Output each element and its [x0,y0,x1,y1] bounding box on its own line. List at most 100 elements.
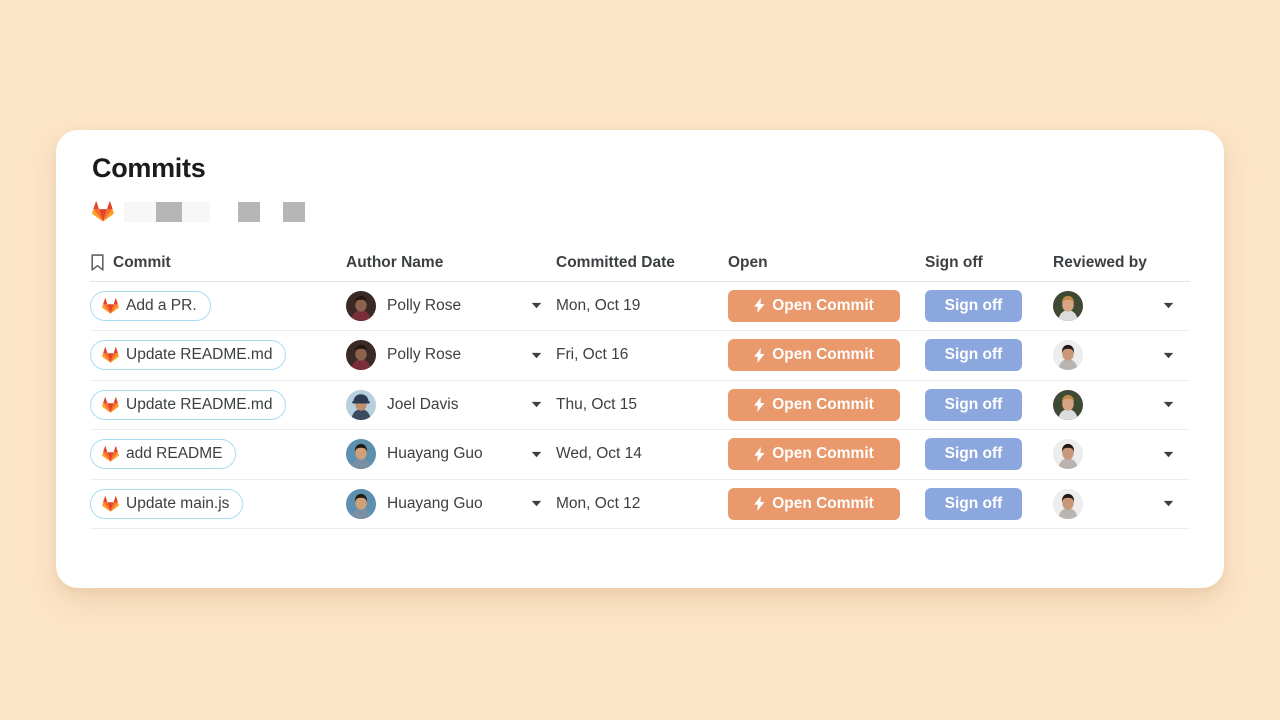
table-row[interactable]: Update main.js Huayang Guo Mon, Oct 12 O… [90,480,1190,530]
lightning-bolt-icon [754,347,765,363]
author-name: Joel Davis [387,395,459,413]
cell-open: Open Commit [728,438,925,471]
redacted-breadcrumb [124,201,305,222]
chevron-down-icon[interactable] [1163,500,1174,507]
lightning-bolt-icon [754,298,765,314]
chevron-down-icon[interactable] [1163,302,1174,309]
commits-card: Commits Commit Author Name Committed Dat… [56,130,1224,588]
sign-off-button[interactable]: Sign off [925,388,1022,421]
avatar [1053,340,1083,371]
table-row[interactable]: Update README.md Polly Rose Fri, Oct 16 … [90,331,1190,381]
table-row[interactable]: Add a PR. Polly Rose Mon, Oct 19 Open Co… [90,282,1190,332]
committed-date: Mon, Oct 12 [556,494,641,512]
avatar [346,340,376,371]
cell-author: Joel Davis [346,389,556,420]
column-header-reviewed-by: Reviewed by [1053,253,1147,271]
avatar [1053,488,1083,519]
open-commit-button[interactable]: Open Commit [728,339,900,372]
commit-chip[interactable]: Update main.js [90,488,244,519]
author-name: Polly Rose [387,346,462,364]
avatar [346,389,376,420]
avatar [346,290,376,321]
author-name: Polly Rose [387,296,462,314]
sign-off-label: Sign off [944,296,1003,314]
sign-off-label: Sign off [944,346,1003,364]
open-commit-label: Open Commit [772,346,874,364]
cell-commit: Update main.js [90,488,346,519]
open-commit-label: Open Commit [772,445,874,463]
chevron-down-icon[interactable] [1163,401,1174,408]
cell-signoff: Sign off [925,438,1053,471]
table-row[interactable]: Update README.md Joel Davis Thu, Oct 15 [90,381,1190,431]
cell-author: Polly Rose [346,290,556,321]
column-header-commit: Commit [90,254,171,272]
sign-off-button[interactable]: Sign off [925,438,1022,471]
open-commit-button[interactable]: Open Commit [728,487,900,520]
sign-off-button[interactable]: Sign off [925,289,1022,322]
sign-off-button[interactable]: Sign off [925,339,1022,372]
author-name: Huayang Guo [387,445,483,463]
redaction-block [260,202,283,222]
cell-date: Mon, Oct 19 [556,297,728,315]
cell-author: Huayang Guo [346,439,556,470]
open-commit-label: Open Commit [772,395,874,413]
cell-author: Huayang Guo [346,488,556,519]
chevron-down-icon[interactable] [531,451,542,458]
chevron-down-icon[interactable] [1163,451,1174,458]
cell-reviewed-by [1053,488,1190,519]
sign-off-label: Sign off [944,445,1003,463]
cell-commit: add README [90,439,346,470]
commit-chip[interactable]: add README [90,439,237,470]
redaction-block [238,201,260,222]
redaction-block [283,201,305,222]
redaction-block [156,201,182,222]
gitlab-fox-icon [102,496,119,512]
sign-off-label: Sign off [944,395,1003,413]
avatar [1053,389,1083,420]
redaction-block [210,202,238,222]
card-header: Commits [56,130,1224,223]
gitlab-fox-icon [102,347,119,364]
committed-date: Fri, Oct 16 [556,346,629,364]
open-commit-button[interactable]: Open Commit [728,289,900,322]
lightning-bolt-icon [754,446,765,462]
commit-chip[interactable]: Update README.md [90,340,287,371]
column-header-open: Open [728,253,768,271]
chevron-down-icon[interactable] [531,401,542,408]
chevron-down-icon[interactable] [531,302,542,309]
table-row[interactable]: add README Huayang Guo Wed, Oct 14 Open … [90,430,1190,480]
commit-chip-label: Update README.md [126,346,273,364]
commit-chip-label: Update main.js [126,494,230,512]
sign-off-button[interactable]: Sign off [925,487,1022,520]
source-row [92,201,1224,223]
cell-reviewed-by [1053,290,1190,321]
sign-off-label: Sign off [944,494,1003,512]
commit-chip-label: Add a PR. [126,296,197,314]
open-commit-button[interactable]: Open Commit [728,388,900,421]
cell-commit: Update README.md [90,389,346,420]
avatar [346,439,376,470]
chevron-down-icon[interactable] [531,500,542,507]
open-commit-label: Open Commit [772,494,874,512]
page-title: Commits [92,153,206,183]
screen: Commits Commit Author Name Committed Dat… [0,0,1280,720]
open-commit-button[interactable]: Open Commit [728,438,900,471]
cell-open: Open Commit [728,487,925,520]
gitlab-fox-icon [102,397,119,413]
commit-chip[interactable]: Add a PR. [90,290,211,321]
cell-signoff: Sign off [925,388,1053,421]
chevron-down-icon[interactable] [1163,352,1174,359]
redaction-block [130,201,156,222]
commits-table: Commit Author Name Committed Date Open S… [90,245,1190,530]
column-header-commit-label: Commit [113,253,171,271]
gitlab-fox-icon [102,446,119,463]
avatar [1053,439,1083,470]
cell-signoff: Sign off [925,487,1053,520]
commit-chip[interactable]: Update README.md [90,389,287,420]
cell-signoff: Sign off [925,339,1053,372]
chevron-down-icon[interactable] [531,352,542,359]
cell-reviewed-by [1053,389,1190,420]
open-commit-label: Open Commit [772,296,874,314]
cell-date: Wed, Oct 14 [556,445,728,463]
column-header-date: Committed Date [556,253,675,271]
